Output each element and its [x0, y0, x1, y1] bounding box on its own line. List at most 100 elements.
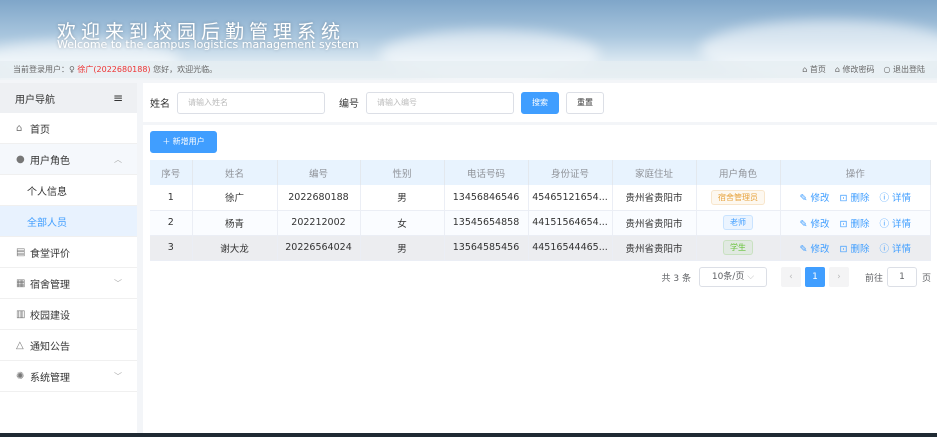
office-icon: ▥: [16, 308, 26, 320]
sidebar-item-8[interactable]: ✺ 系统管理 ﹀: [0, 361, 137, 392]
role-badge: 老师: [723, 215, 753, 230]
chevron-down-icon: ﹀: [114, 371, 122, 381]
action-label: 修改: [810, 218, 830, 230]
column-header: 序号: [150, 160, 193, 185]
toplink-2[interactable]: ○ 退出登陆: [883, 61, 925, 78]
table-cell: 贵州省贵阳市: [612, 210, 697, 236]
action-label: 详情: [892, 218, 912, 230]
action-label: 修改: [810, 193, 830, 205]
greeting: 您好，欢迎光临。: [153, 65, 218, 74]
sidebar-item-label: 通知公告: [30, 341, 70, 353]
detail-button[interactable]: ⓘ 详情: [879, 193, 911, 204]
info-icon: ⓘ: [879, 218, 892, 230]
reset-button[interactable]: 重置: [566, 91, 604, 114]
page-1-button[interactable]: 1: [804, 267, 825, 287]
search-bar: 姓名 请输入姓名 编号 请输入编号 搜索 重置: [143, 83, 937, 125]
search-button[interactable]: 搜索: [521, 91, 559, 114]
table-cell: 45465121654...: [528, 185, 613, 211]
sidebar-header: 用户导航 ≡: [0, 83, 137, 113]
header-banner: 欢迎来到校园后勤管理系统 Welcome to the campus logis…: [0, 0, 937, 80]
id-input[interactable]: 请输入编号: [366, 91, 514, 114]
add-user-button[interactable]: ＋ 新增用户: [150, 131, 217, 153]
table-cell: 20226564024: [277, 235, 361, 261]
sidebar-item-5[interactable]: ▦ 宿舍管理 ﹀: [0, 268, 137, 299]
users-table: 序号 姓名 编号 性别 电话号码 身份证号 家庭住址 用户角色 操作 1 徐广 2022680188…: [150, 160, 931, 261]
total-count: 共 3 条: [661, 273, 691, 284]
building-icon: ▦: [16, 277, 26, 289]
menu-toggle-icon[interactable]: ≡: [113, 91, 123, 105]
name-input[interactable]: 请输入姓名: [177, 91, 325, 114]
delete-button[interactable]: ⊡ 删除: [839, 244, 869, 255]
page-suffix: 页: [921, 273, 931, 284]
info-icon: ⓘ: [879, 243, 892, 255]
column-header: 姓名: [192, 160, 278, 185]
chevron-up-icon: ︿: [114, 154, 122, 164]
column-header: 用户角色: [696, 160, 781, 185]
column-header: 身份证号: [528, 160, 613, 185]
pagination: 共 3 条 10条/页 ⌵ ‹ 1 › 前往 1 页: [662, 267, 931, 287]
sidebar-item-6[interactable]: ▥ 校园建设: [0, 299, 137, 330]
edit-icon: ✎: [799, 243, 811, 255]
goto-page-input[interactable]: 1: [886, 267, 917, 287]
column-header: 家庭住址: [612, 160, 697, 185]
toplink-label: 退出登陆: [893, 65, 925, 74]
power-icon: ○: [883, 65, 893, 74]
user-bar: 当前登录用户：♀ 徐广(2022680188) 您好，欢迎光临。 ⌂ 首页 ⌂ 修…: [0, 61, 937, 78]
edit-button[interactable]: ✎ 修改: [799, 193, 829, 204]
prev-page-button[interactable]: ‹: [780, 267, 801, 287]
action-label: 删除: [850, 218, 870, 230]
app-subtitle: Welcome to the campus logistics manageme…: [57, 38, 359, 51]
page-size-select[interactable]: 10条/页 ⌵: [698, 267, 767, 287]
table-cell: 杨青: [192, 210, 278, 236]
main-content: 姓名 请输入姓名 编号 请输入编号 搜索 重置 ＋ 新增用户 序号 姓名 编号 性别电…: [143, 83, 937, 433]
table-cell: 1: [150, 185, 193, 211]
table-row: 3 谢大龙 20226564024 男 13564585456 44516544465..…: [150, 235, 931, 261]
name-label: 姓名: [150, 99, 170, 110]
sidebar: 用户导航 ≡ ⌂ 首页 ● 用户角色 ︿ 个人信息 全部人员 ▤ 食堂评价 ▦ 宿舍管理 ﹀ ▥ 校园建设…: [0, 83, 137, 433]
sidebar-item-label: 系统管理: [30, 372, 70, 384]
id-label: 编号: [339, 99, 359, 110]
sidebar-item-label: 个人信息: [27, 186, 67, 198]
edit-icon: ✎: [799, 193, 811, 205]
toplink-1[interactable]: ⌂ 修改密码: [835, 61, 875, 78]
sidebar-item-7[interactable]: △ 通知公告: [0, 330, 137, 361]
toplink-label: 修改密码: [842, 65, 875, 74]
table-cell: 贵州省贵阳市: [612, 185, 697, 211]
table-cell: 13456846546: [444, 185, 529, 211]
edit-button[interactable]: ✎ 修改: [799, 219, 829, 230]
goto-label: 前往: [864, 273, 883, 284]
sidebar-item-label: 首页: [30, 124, 50, 136]
sidebar-item-3[interactable]: 全部人员: [0, 206, 137, 237]
table-cell: 3: [150, 235, 193, 261]
detail-button[interactable]: ⓘ 详情: [879, 219, 911, 230]
sidebar-item-0[interactable]: ⌂ 首页: [0, 113, 137, 144]
sidebar-item-2[interactable]: 个人信息: [0, 175, 137, 206]
role-badge: 学生: [723, 240, 753, 255]
trash-icon: ⊡: [839, 218, 851, 230]
current-user: 徐广(2022680188): [77, 65, 151, 74]
sidebar-item-1[interactable]: ● 用户角色 ︿: [0, 144, 137, 175]
action-label: 删除: [850, 243, 870, 255]
table-cell: 44516544465...: [528, 235, 613, 261]
edit-button[interactable]: ✎ 修改: [799, 244, 829, 255]
table-cell: 谢大龙: [192, 235, 278, 261]
table-cell: 徐广: [192, 185, 278, 211]
home-icon: ⌂: [802, 65, 810, 74]
table-cell: 2: [150, 210, 193, 236]
sidebar-item-label: 校园建设: [30, 310, 70, 322]
table-cell: 贵州省贵阳市: [612, 235, 697, 261]
table-cell: 202212002: [277, 210, 361, 236]
detail-button[interactable]: ⓘ 详情: [879, 244, 911, 255]
sidebar-item-4[interactable]: ▤ 食堂评价: [0, 237, 137, 268]
toplink-0[interactable]: ⌂ 首页: [802, 61, 826, 78]
next-page-button[interactable]: ›: [828, 267, 849, 287]
sidebar-item-label: 用户角色: [30, 155, 70, 167]
bell-icon: △: [16, 339, 24, 351]
info-icon: ⓘ: [879, 193, 892, 205]
delete-button[interactable]: ⊡ 删除: [839, 219, 869, 230]
table-cell: 13564585456: [444, 235, 529, 261]
gear-icon: ✺: [16, 370, 25, 382]
table-row: 1 徐广 2022680188 男 13456846546 45465121654... 贵…: [150, 185, 931, 211]
table-cell: 男: [360, 185, 445, 211]
delete-button[interactable]: ⊡ 删除: [839, 193, 869, 204]
